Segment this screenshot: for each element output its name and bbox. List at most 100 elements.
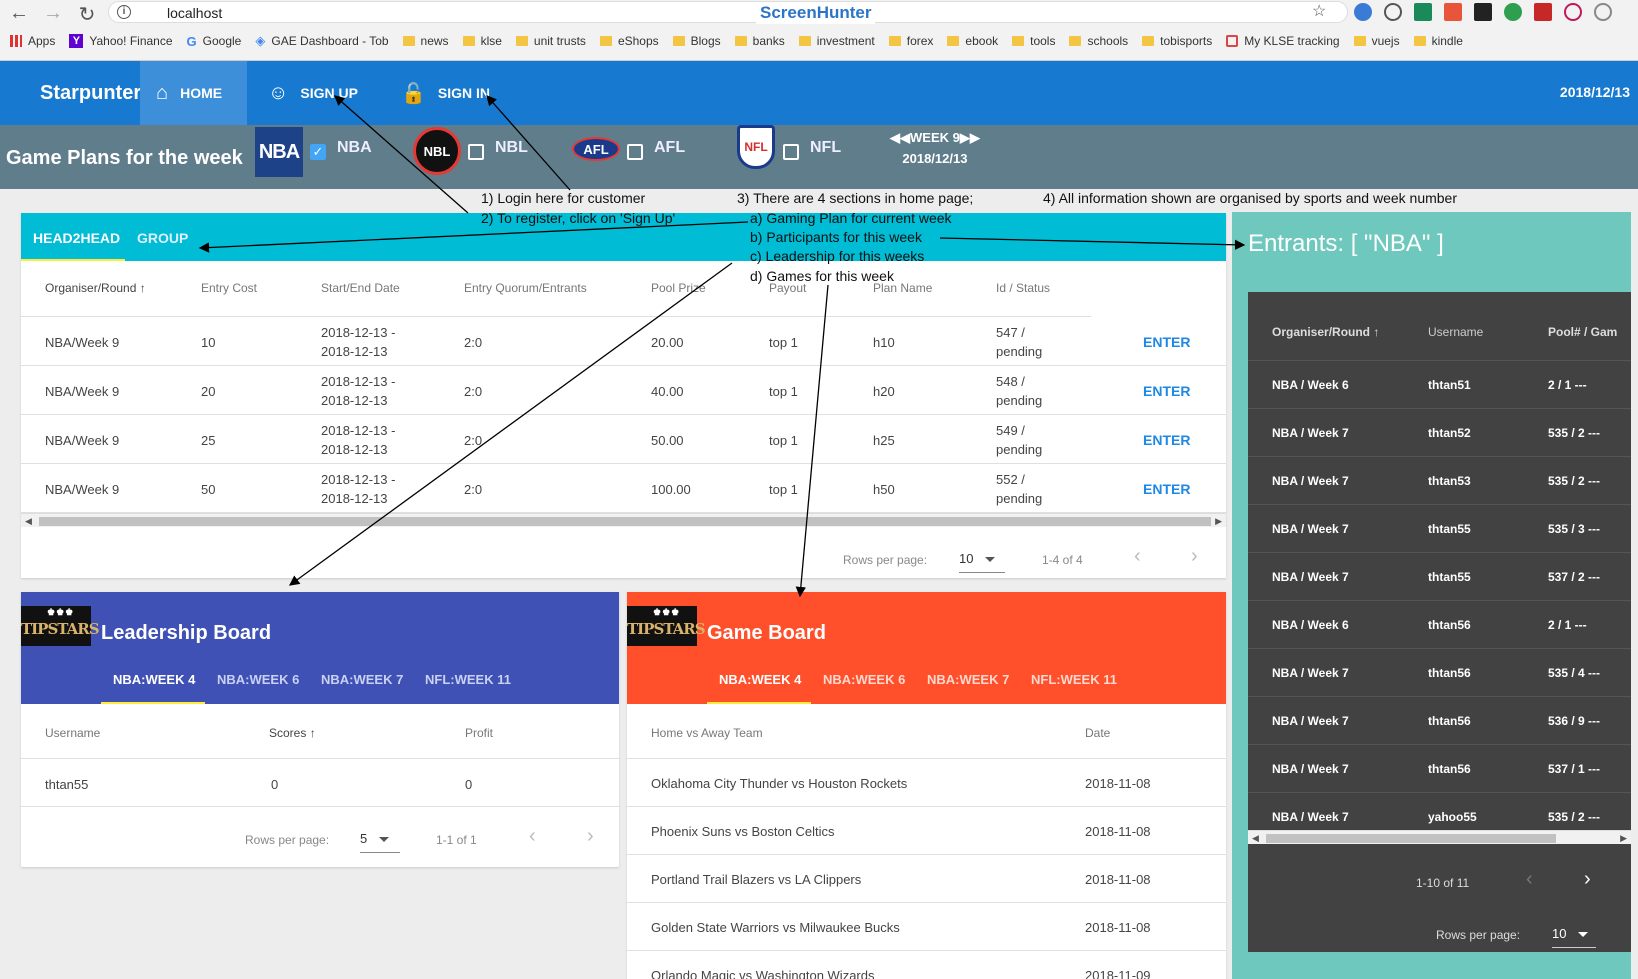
cell-quorum: 2:0: [464, 335, 483, 350]
bookmark-item[interactable]: news: [402, 33, 449, 49]
game-tab-nba-week-4[interactable]: NBA:WEEK 4: [719, 672, 801, 687]
bookmark-item[interactable]: klse: [462, 33, 502, 49]
enter-button[interactable]: ENTER: [1143, 432, 1190, 448]
tipstars-logo-icon: ♚♚♚ TIPSTARS: [21, 606, 100, 646]
cell-username: thtan53: [1428, 474, 1471, 488]
bookmark-item[interactable]: ebook: [947, 33, 998, 49]
tab-group[interactable]: GROUP: [137, 230, 188, 246]
col-pool-game: Pool# / Gam: [1548, 325, 1618, 339]
game-tab-nba-week-7[interactable]: NBA:WEEK 7: [927, 672, 1009, 687]
game-tab-nfl-week-11[interactable]: NFL:WEEK 11: [1031, 672, 1117, 687]
enter-button[interactable]: ENTER: [1143, 334, 1190, 350]
checkbox-nfl[interactable]: [783, 144, 799, 160]
extension-icon[interactable]: [1504, 3, 1522, 21]
leader-tab-nba-week-7[interactable]: NBA:WEEK 7: [321, 672, 403, 687]
leader-tab-nba-week-6[interactable]: NBA:WEEK 6: [217, 672, 299, 687]
extension-icon[interactable]: [1414, 3, 1432, 21]
next-page-icon[interactable]: ›: [1191, 545, 1198, 568]
bookmark-item[interactable]: investment: [798, 33, 875, 49]
bookmark-star-icon[interactable]: ☆: [1312, 1, 1326, 21]
enter-button[interactable]: ENTER: [1143, 481, 1190, 497]
bookmark-item[interactable]: Blogs: [672, 33, 721, 49]
bookmark-item[interactable]: Apps: [10, 33, 55, 49]
back-icon[interactable]: ←: [8, 2, 30, 27]
prev-week-icon[interactable]: ◀◀: [890, 130, 910, 145]
gameboard-title: Game Board: [707, 622, 826, 644]
nav-sign-up-label: SIGN UP: [300, 85, 358, 101]
checkbox-nbl[interactable]: [468, 144, 484, 160]
checkbox-nba[interactable]: ✓: [310, 144, 326, 160]
bookmark-item[interactable]: kindle: [1413, 33, 1463, 49]
rows-per-page-select[interactable]: 10: [959, 551, 1005, 573]
extension-icon[interactable]: [1534, 3, 1552, 21]
next-page-icon[interactable]: ›: [1584, 868, 1591, 891]
scroll-right-icon[interactable]: ▶: [1215, 514, 1222, 528]
scroll-left-icon[interactable]: ◀: [25, 514, 32, 528]
bookmark-item[interactable]: ◈ GAE Dashboard - Tob: [255, 33, 388, 49]
extension-icon[interactable]: [1564, 3, 1582, 21]
extension-icon[interactable]: [1354, 3, 1372, 21]
bookmark-item[interactable]: tools: [1012, 33, 1055, 49]
nav-sign-in[interactable]: 🔓 SIGN IN: [385, 61, 506, 125]
extension-icon[interactable]: [1474, 3, 1492, 21]
extension-icon[interactable]: [1444, 3, 1462, 21]
folder-icon: [1353, 36, 1366, 46]
address-bar[interactable]: i localhost: [108, 1, 1348, 23]
col-header[interactable]: Organiser/Round ↑: [45, 281, 146, 295]
extension-icon[interactable]: [1384, 3, 1402, 21]
bookmark-item[interactable]: Y Yahoo! Finance: [69, 33, 173, 49]
week-date: 2018/12/13: [902, 151, 968, 166]
checkbox-afl[interactable]: [627, 144, 643, 160]
col-header-label: Entry Cost: [201, 281, 258, 295]
next-page-icon[interactable]: ›: [587, 825, 594, 848]
cell-pool: 537 / 1 ---: [1548, 762, 1601, 776]
leader-tab-nba-week-4[interactable]: NBA:WEEK 4: [113, 672, 195, 687]
table-row: NBA / Week 7 thtan56 536 / 9 ---: [1248, 697, 1631, 745]
prev-page-icon[interactable]: ‹: [1526, 868, 1533, 891]
scroll-left-icon[interactable]: ◀: [1252, 831, 1259, 845]
col-scores[interactable]: Scores ↑: [269, 726, 316, 740]
nav-home[interactable]: ⌂ HOME: [140, 61, 247, 125]
next-week-icon[interactable]: ▶▶: [960, 130, 980, 145]
bookmark-item[interactable]: eShops: [599, 33, 659, 49]
table-row: Phoenix Suns vs Boston Celtics 2018-11-08: [627, 807, 1226, 855]
bookmark-item[interactable]: forex: [888, 33, 933, 49]
week-selector[interactable]: ◀◀WEEK 9▶▶: [890, 130, 980, 146]
game-board-card: ♚♚♚ TIPSTARS Game Board NBA:WEEK 4 NBA:WE…: [627, 592, 1226, 979]
bookmark-item[interactable]: G Google: [187, 33, 242, 49]
leader-tab-nfl-week-11[interactable]: NFL:WEEK 11: [425, 672, 511, 687]
table-row: NBA / Week 7 thtan55 537 / 2 ---: [1248, 553, 1631, 601]
scroll-right-icon[interactable]: ▶: [1620, 831, 1627, 845]
folder-icon: [599, 36, 612, 46]
prev-page-icon[interactable]: ‹: [529, 825, 536, 848]
bookmark-item[interactable]: tobisports: [1142, 33, 1212, 49]
horizontal-scrollbar[interactable]: ◀ ▶: [1248, 830, 1631, 844]
bookmark-item[interactable]: banks: [734, 33, 785, 49]
rows-per-page-select[interactable]: 5: [360, 831, 400, 853]
bookmark-item[interactable]: unit trusts: [515, 33, 586, 49]
tab-head2head[interactable]: HEAD2HEAD: [33, 230, 120, 246]
scroll-thumb[interactable]: [1266, 834, 1556, 843]
rows-per-page-select[interactable]: 10: [1552, 926, 1596, 948]
info-icon[interactable]: i: [117, 5, 131, 19]
bookmark-item[interactable]: vuejs: [1353, 33, 1400, 49]
col-header-label: Pool Prize: [651, 281, 706, 295]
cell-organiser: NBA / Week 7: [1272, 666, 1349, 680]
cell-organiser: NBA / Week 7: [1272, 570, 1349, 584]
cell-match: Orlando Magic vs Washington Wizards: [651, 968, 875, 979]
game-tab-nba-week-6[interactable]: NBA:WEEK 6: [823, 672, 905, 687]
enter-button[interactable]: ENTER: [1143, 383, 1190, 399]
prev-page-icon[interactable]: ‹: [1134, 545, 1141, 568]
nav-sign-up[interactable]: ☺ SIGN UP: [252, 61, 374, 125]
scroll-thumb[interactable]: [39, 517, 1211, 526]
reload-icon[interactable]: ↻: [76, 2, 98, 27]
bookmark-item[interactable]: schools: [1069, 33, 1128, 49]
table-row: NBA / Week 7 thtan52 535 / 2 ---: [1248, 409, 1631, 457]
nbl-logo-icon: NBL: [413, 127, 461, 175]
extension-icon[interactable]: [1594, 3, 1612, 21]
col-organiser-round[interactable]: Organiser/Round ↑: [1272, 325, 1379, 339]
horizontal-scrollbar[interactable]: ◀ ▶: [21, 513, 1226, 527]
bookmark-item[interactable]: My KLSE tracking: [1226, 33, 1340, 49]
forward-icon[interactable]: →: [42, 2, 64, 27]
brand[interactable]: Starpunter: [40, 82, 141, 105]
